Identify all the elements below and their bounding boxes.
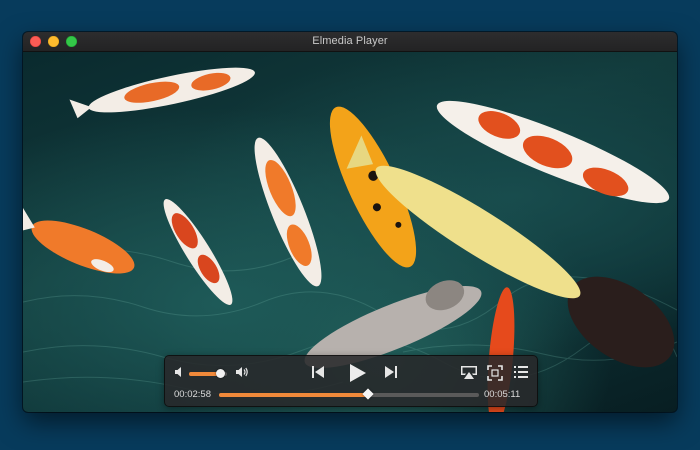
- playlist-button[interactable]: [513, 365, 529, 381]
- airplay-button[interactable]: [460, 365, 478, 381]
- seek-bar-fill: [219, 393, 368, 397]
- airplay-icon: [461, 366, 477, 379]
- playback-control-panel: 00:02:58 00:05:11: [164, 355, 538, 407]
- player-window: Elmedia Player 00:02:58 00:05:11: [23, 32, 677, 412]
- skip-back-icon: [312, 366, 324, 378]
- play-button[interactable]: [346, 362, 368, 384]
- volume-slider[interactable]: [189, 369, 227, 378]
- volume-slider-knob[interactable]: [216, 369, 226, 378]
- play-icon: [350, 364, 366, 382]
- elapsed-time: 00:02:58: [174, 389, 211, 400]
- skip-forward-icon: [385, 366, 397, 378]
- seek-bar[interactable]: [219, 388, 479, 400]
- volume-low-icon[interactable]: [174, 366, 186, 380]
- playlist-icon: [514, 366, 528, 378]
- fullscreen-icon: [487, 365, 503, 381]
- previous-track-button[interactable]: [310, 365, 326, 381]
- video-frame[interactable]: 00:02:58 00:05:11: [23, 52, 677, 412]
- total-duration: 00:05:11: [484, 389, 521, 400]
- title-bar[interactable]: Elmedia Player: [23, 32, 677, 52]
- volume-high-icon[interactable]: [235, 366, 249, 380]
- seek-bar-knob[interactable]: [362, 388, 374, 400]
- next-track-button[interactable]: [383, 365, 399, 381]
- fullscreen-button[interactable]: [487, 365, 503, 381]
- window-title: Elmedia Player: [312, 35, 388, 47]
